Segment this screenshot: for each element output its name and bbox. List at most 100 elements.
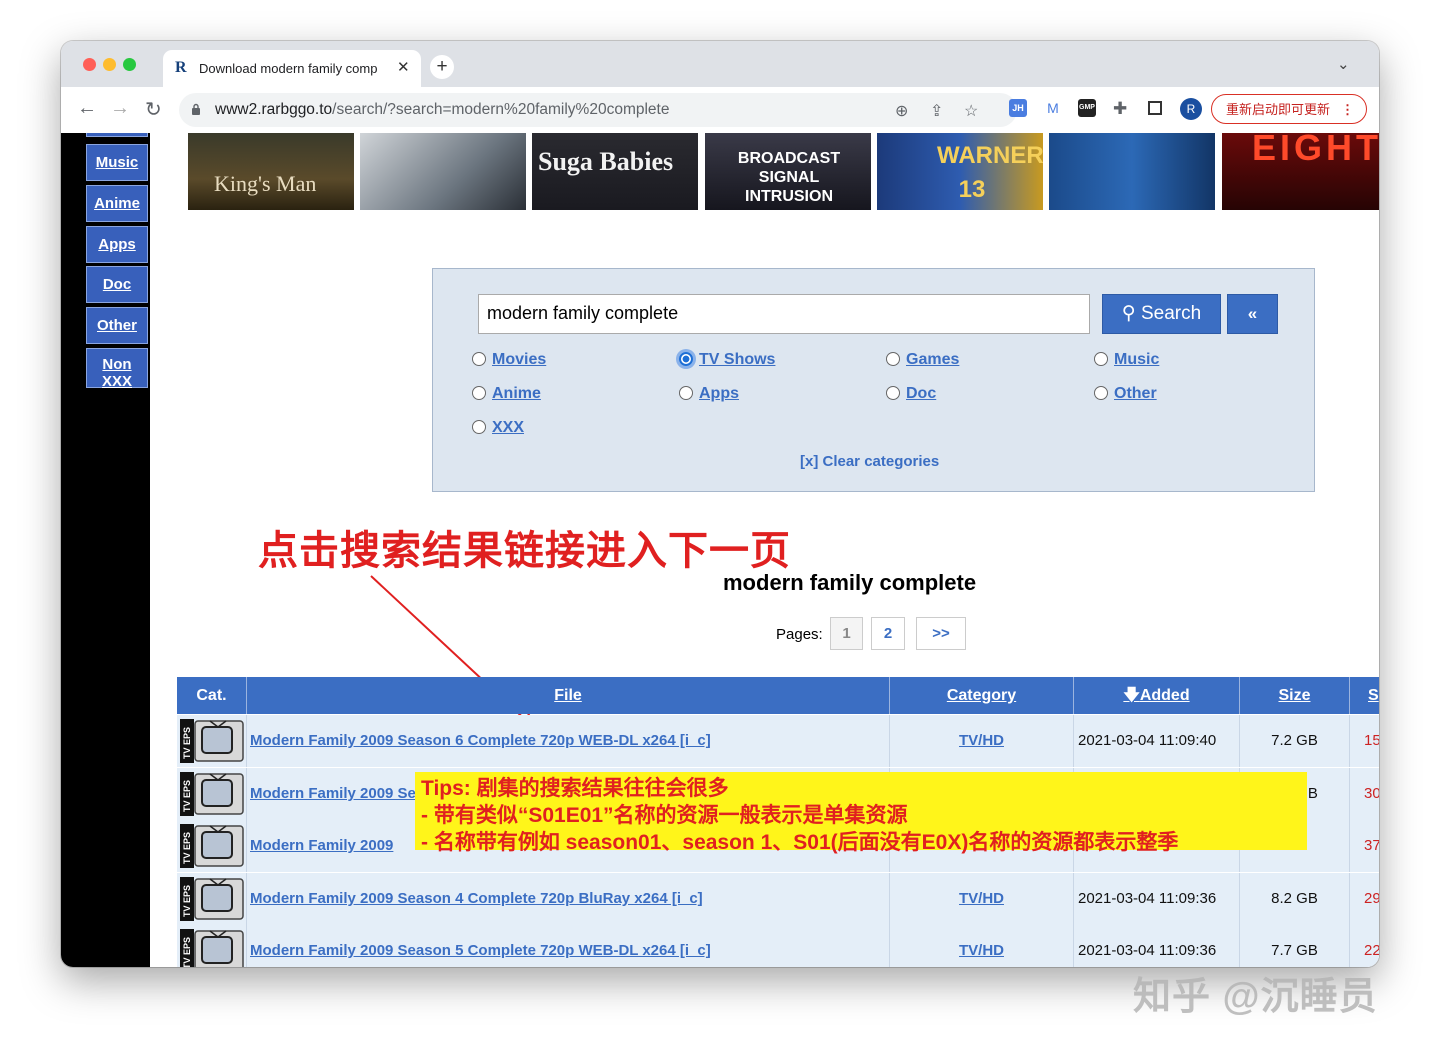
tv-episodes-icon[interactable]: TV EPS <box>180 824 244 868</box>
page-1-current: 1 <box>830 617 863 650</box>
forward-arrow-icon[interactable]: → <box>110 97 130 120</box>
radio-icon <box>1094 352 1108 366</box>
table-row: TV EPS Modern Family 2009 Season 4 Comple… <box>177 873 1379 926</box>
seeders-count: 29 <box>1364 890 1379 907</box>
sidebar-item-top[interactable] <box>86 133 148 137</box>
watermark: 知乎 @沉睡员 <box>1133 976 1378 1018</box>
category-games[interactable]: Games <box>886 351 959 369</box>
puzzle-icon[interactable]: ✚ <box>1113 99 1127 119</box>
active-tab[interactable]: R Download modern family comp ✕ <box>163 50 421 87</box>
search-input[interactable]: modern family complete <box>478 294 1090 334</box>
torrent-link[interactable]: Modern Family 2009 Season 5 Complete 720… <box>250 942 711 959</box>
seeders-count: 22 <box>1364 942 1379 959</box>
table-row: TV EPS Modern Family 2009 Season 6 Comple… <box>177 715 1379 768</box>
update-button[interactable]: 重新启动即可更新 ⋮ <box>1211 94 1367 124</box>
col-size[interactable]: Size <box>1240 677 1350 714</box>
svg-text:TV EPS: TV EPS <box>182 937 192 967</box>
sidebar-item-non-xxx[interactable]: Non XXX <box>86 348 148 390</box>
radio-checked-icon <box>679 352 693 366</box>
torrent-link[interactable]: Modern Family 2009 Season 6 Complete 720… <box>250 732 711 749</box>
minimize-window-button[interactable] <box>103 58 116 71</box>
radio-icon <box>472 386 486 400</box>
tv-episodes-icon[interactable]: TV EPS <box>180 929 244 967</box>
banner-thumb[interactable]: King's Man <box>188 133 354 210</box>
torrent-link[interactable]: Modern Family 2009 Season 4 Complete 720… <box>250 890 703 907</box>
share-icon[interactable]: ⇪ <box>930 101 943 121</box>
col-category[interactable]: Category <box>890 677 1074 714</box>
col-added[interactable]: 🡇Added <box>1074 677 1240 714</box>
svg-text:TV EPS: TV EPS <box>182 780 192 812</box>
banner-thumb[interactable] <box>360 133 526 210</box>
category-doc[interactable]: Doc <box>886 385 936 403</box>
address-bar[interactable]: www2.rarbggo.to/search/?search=modern%20… <box>179 93 1017 127</box>
page-2-link[interactable]: 2 <box>871 617 905 650</box>
banner-thumb[interactable]: BROADCAST SIGNAL INTRUSION <box>705 133 871 210</box>
browser-toolbar: ← → ↻ www2.rarbggo.to/search/?search=mod… <box>61 87 1379 134</box>
file-size: 7.7 GB <box>1240 925 1350 967</box>
tv-episodes-icon[interactable]: TV EPS <box>180 719 244 763</box>
category-link[interactable]: TV/HD <box>959 890 1004 907</box>
sidebar-item-doc[interactable]: Doc <box>86 266 148 303</box>
category-anime[interactable]: Anime <box>472 385 541 403</box>
category-apps[interactable]: Apps <box>679 385 739 403</box>
tv-episodes-icon[interactable]: TV EPS <box>180 772 244 816</box>
zoom-icon[interactable]: ⊕ <box>895 101 908 121</box>
tab-title: Download modern family comp <box>199 61 378 76</box>
category-music[interactable]: Music <box>1094 351 1159 369</box>
tv-episodes-cell: TV EPS <box>177 873 247 925</box>
tv-episodes-icon[interactable]: TV EPS <box>180 877 244 921</box>
sidebar-item-music[interactable]: Music <box>86 144 148 181</box>
close-window-button[interactable] <box>83 58 96 71</box>
radio-icon <box>1094 386 1108 400</box>
close-icon[interactable]: ✕ <box>397 58 410 76</box>
torrent-link[interactable]: Modern Family 2009 <box>250 837 393 854</box>
banner-thumb[interactable]: WARNER 13 <box>877 133 1043 210</box>
clear-categories-link[interactable]: [x] Clear categories <box>800 453 939 470</box>
search-panel: modern family complete ⚲ Search « Movies… <box>432 268 1315 492</box>
svg-text:TV EPS: TV EPS <box>182 727 192 759</box>
col-seeders[interactable]: S <box>1350 677 1379 714</box>
tv-episodes-cell: TV EPS <box>177 925 247 967</box>
new-tab-button[interactable]: + <box>430 55 454 79</box>
seeders-count: 15 <box>1364 732 1379 749</box>
category-link[interactable]: TV/HD <box>959 942 1004 959</box>
collapse-button[interactable]: « <box>1227 294 1278 334</box>
zoom-window-button[interactable] <box>123 58 136 71</box>
category-xxx[interactable]: XXX <box>472 419 524 437</box>
category-tv-shows[interactable]: TV Shows <box>679 351 775 369</box>
extension-gmp-icon[interactable]: GMP <box>1078 99 1096 117</box>
col-cat: Cat. <box>177 677 247 714</box>
category-other[interactable]: Other <box>1094 385 1157 403</box>
next-page-link[interactable]: >> <box>916 617 966 650</box>
extension-m-icon[interactable]: M <box>1044 99 1062 117</box>
tips-line: - 名称带有例如 season01、season 1、S01(后面没有E0X)名… <box>421 831 1179 854</box>
url-text: www2.rarbggo.to/search/?search=modern%20… <box>215 101 670 118</box>
chevron-down-icon[interactable]: ⌄ <box>1337 55 1350 73</box>
extension-jh-icon[interactable]: JH <box>1009 99 1027 117</box>
annotation-title: 点击搜索结果链接进入下一页 <box>258 529 791 573</box>
banner-thumb[interactable]: EIGHT <box>1222 133 1379 210</box>
category-link[interactable]: TV/HD <box>959 732 1004 749</box>
tv-episodes-cell: TV EPS <box>177 768 247 820</box>
tips-callout: Tips: 剧集的搜索结果往往会很多 - 带有类似“S01E01”名称的资源一般… <box>415 772 1307 854</box>
sidepanel-icon[interactable] <box>1148 101 1162 115</box>
back-arrow-icon[interactable]: ← <box>77 97 97 120</box>
search-button[interactable]: ⚲ Search <box>1102 294 1221 334</box>
tv-episodes-cell: TV EPS <box>177 715 247 767</box>
svg-text:TV EPS: TV EPS <box>182 832 192 864</box>
radio-icon <box>886 386 900 400</box>
radio-icon <box>886 352 900 366</box>
col-file[interactable]: File <box>247 677 890 714</box>
table-header: Cat. File Category 🡇Added Size S <box>177 677 1379 714</box>
star-icon[interactable]: ☆ <box>964 101 978 121</box>
category-movies[interactable]: Movies <box>472 351 546 369</box>
sidebar-item-anime[interactable]: Anime <box>86 185 148 222</box>
banner-thumb[interactable]: Suga Babies <box>532 133 698 210</box>
avatar[interactable]: R <box>1180 98 1202 120</box>
pages-label: Pages: <box>776 626 823 643</box>
banner-thumb[interactable] <box>1049 133 1215 210</box>
sidebar-item-other[interactable]: Other <box>86 307 148 344</box>
file-size: 7.2 GB <box>1240 715 1350 767</box>
sidebar-item-apps[interactable]: Apps <box>86 226 148 263</box>
reload-icon[interactable]: ↻ <box>145 97 162 122</box>
